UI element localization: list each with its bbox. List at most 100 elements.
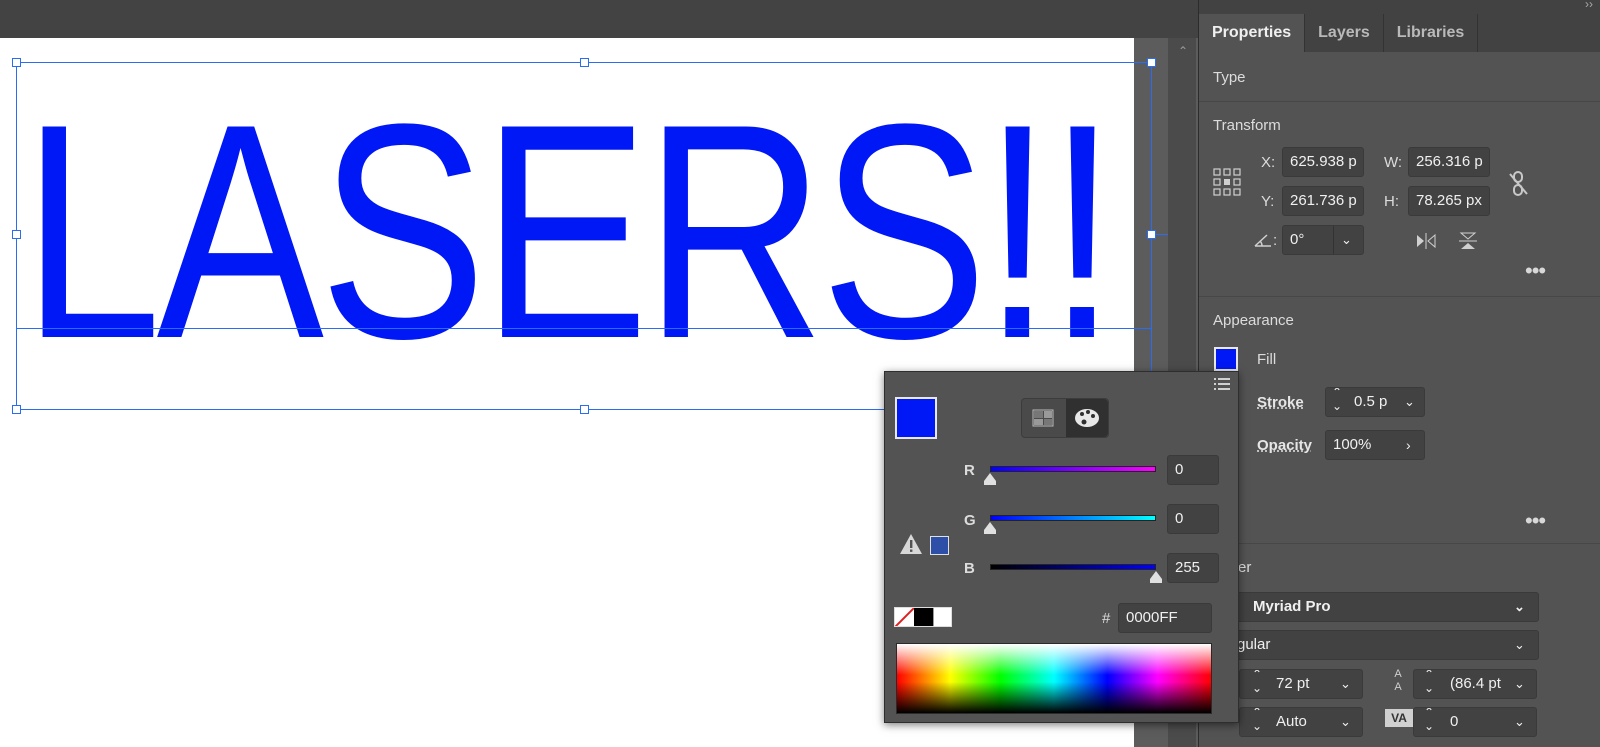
tab-layers[interactable]: Layers: [1305, 14, 1384, 52]
tracking-value: 0: [1450, 713, 1459, 730]
document-top-bar: [0, 0, 1198, 38]
stroke-weight-input[interactable]: ⌃ ⌄ 0.5 p ⌄: [1325, 387, 1425, 417]
reference-point-icon[interactable]: [1213, 168, 1241, 196]
width-input[interactable]: 256.316 p: [1408, 147, 1490, 177]
tracking-input[interactable]: ⌃ ⌄ 0 ⌄: [1413, 707, 1537, 737]
kerning-value: Auto: [1276, 713, 1307, 730]
stroke-weight-value: 0.5 p: [1354, 393, 1388, 410]
rotation-angle-value: 0°: [1290, 231, 1305, 248]
tracking-icon: VA: [1385, 709, 1413, 727]
resize-handle[interactable]: [1147, 58, 1156, 67]
stepper-icon[interactable]: ⌃ ⌄: [1424, 670, 1434, 695]
green-value-input[interactable]: 0: [1167, 504, 1219, 534]
properties-panel: ›› Properties Layers Libraries Type Tran…: [1198, 0, 1600, 747]
hex-hash-label: #: [1102, 610, 1111, 627]
stepper-icon[interactable]: ⌃ ⌄: [1252, 670, 1262, 695]
fill-swatch[interactable]: [1214, 347, 1238, 371]
out-of-gamut-warning-icon[interactable]: [899, 533, 923, 555]
stepper-icon[interactable]: ⌃ ⌄: [1252, 708, 1262, 733]
angle-colon-label: :: [1273, 232, 1278, 249]
flip-horizontal-icon[interactable]: [1415, 231, 1437, 251]
chevron-down-icon[interactable]: ⌄: [1404, 388, 1415, 416]
canvas-text-object[interactable]: LASERS!!: [22, 78, 1117, 384]
resize-handle[interactable]: [1147, 230, 1156, 239]
color-mixer-mode-icon[interactable]: [1066, 399, 1108, 437]
appearance-more-options-icon[interactable]: •••: [1525, 508, 1546, 534]
popup-menu-icon[interactable]: [1213, 376, 1231, 392]
red-slider-thumb[interactable]: [984, 473, 996, 485]
resize-handle[interactable]: [580, 405, 589, 414]
type-section-title: Type: [1213, 69, 1246, 86]
white-swatch[interactable]: [933, 608, 951, 626]
none-swatch[interactable]: [895, 608, 914, 626]
chevron-down-icon: ⌄: [1341, 232, 1352, 247]
green-slider[interactable]: [990, 515, 1156, 521]
stepper-icon[interactable]: ⌃ ⌄: [1424, 708, 1434, 733]
chevron-down-icon: ⌄: [1514, 637, 1525, 652]
collapse-panel-icon[interactable]: ››: [1585, 0, 1593, 11]
gamut-correction-swatch[interactable]: [930, 536, 949, 555]
stroke-label[interactable]: Stroke: [1257, 394, 1304, 411]
blue-slider-thumb[interactable]: [1150, 571, 1162, 583]
leading-icon: AA: [1394, 668, 1402, 693]
constrain-proportions-icon[interactable]: [1507, 170, 1531, 198]
red-slider[interactable]: [990, 466, 1156, 472]
current-color-swatch: [895, 397, 937, 439]
resize-handle[interactable]: [12, 230, 21, 239]
r-label: R: [964, 462, 975, 479]
green-slider-thumb[interactable]: [984, 522, 996, 534]
blue-slider[interactable]: [990, 564, 1156, 570]
g-label: G: [964, 512, 976, 529]
panel-tabs: Properties Layers Libraries: [1199, 14, 1600, 52]
red-value-input[interactable]: 0: [1167, 455, 1219, 485]
opacity-input[interactable]: 100% ›: [1325, 430, 1425, 460]
divider: [1199, 296, 1600, 297]
y-position-input[interactable]: 261.736 p: [1282, 186, 1364, 216]
chevron-down-icon[interactable]: ⌄: [1340, 708, 1351, 736]
chevron-down-icon: ⌄: [1514, 599, 1525, 614]
color-picker-popup: R 0 G 0 B 255 # 0000FF: [884, 371, 1239, 723]
appearance-section-title: Appearance: [1213, 312, 1294, 329]
b-label: B: [964, 560, 975, 577]
color-mode-toggle: [1021, 398, 1109, 438]
opacity-value: 100%: [1333, 436, 1372, 453]
y-label: Y:: [1261, 193, 1275, 210]
divider: [1199, 101, 1600, 102]
scroll-up-icon[interactable]: ⌃: [1176, 44, 1190, 58]
tab-libraries[interactable]: Libraries: [1384, 14, 1479, 52]
opacity-label[interactable]: Opacity: [1257, 437, 1312, 454]
divider: [1199, 543, 1600, 544]
rotation-angle-dropdown[interactable]: 0° ⌄: [1282, 225, 1364, 255]
font-size-input[interactable]: ⌃ ⌄ 72 pt ⌄: [1239, 669, 1363, 699]
height-input[interactable]: 78.265 px: [1408, 186, 1490, 216]
leading-value: (86.4 pt: [1450, 675, 1501, 692]
chevron-down-icon[interactable]: ⌄: [1340, 670, 1351, 698]
swatches-mode-icon[interactable]: [1022, 399, 1065, 437]
leading-input[interactable]: ⌃ ⌄ (86.4 pt ⌄: [1413, 669, 1537, 699]
text-baseline: [16, 328, 1152, 329]
font-family-dropdown[interactable]: Myriad Pro ⌄: [1229, 592, 1539, 622]
font-size-value: 72 pt: [1276, 675, 1310, 692]
chevron-right-icon[interactable]: ›: [1406, 431, 1411, 459]
transform-more-options-icon[interactable]: •••: [1525, 258, 1546, 284]
w-label: W:: [1384, 154, 1403, 171]
quick-swatches: [894, 607, 952, 627]
font-family-value: Myriad Pro: [1253, 598, 1331, 615]
chevron-down-icon[interactable]: ⌄: [1514, 670, 1525, 698]
blue-value-input[interactable]: 255: [1167, 553, 1219, 583]
font-style-value: gular: [1237, 636, 1271, 653]
chevron-down-icon[interactable]: ⌄: [1514, 708, 1525, 736]
color-spectrum[interactable]: [896, 643, 1212, 714]
stepper-icon[interactable]: ⌃ ⌄: [1332, 388, 1342, 413]
resize-handle[interactable]: [580, 58, 589, 67]
black-swatch[interactable]: [914, 608, 933, 626]
x-position-input[interactable]: 625.938 p: [1282, 147, 1364, 177]
hex-value-input[interactable]: 0000FF: [1118, 603, 1212, 633]
resize-handle[interactable]: [12, 58, 21, 67]
font-style-dropdown[interactable]: gular ⌄: [1229, 630, 1539, 660]
fill-label: Fill: [1257, 351, 1277, 368]
flip-vertical-icon[interactable]: [1457, 231, 1479, 251]
kerning-input[interactable]: ⌃ ⌄ Auto ⌄: [1239, 707, 1363, 737]
resize-handle[interactable]: [12, 405, 21, 414]
tab-properties[interactable]: Properties: [1199, 14, 1306, 52]
